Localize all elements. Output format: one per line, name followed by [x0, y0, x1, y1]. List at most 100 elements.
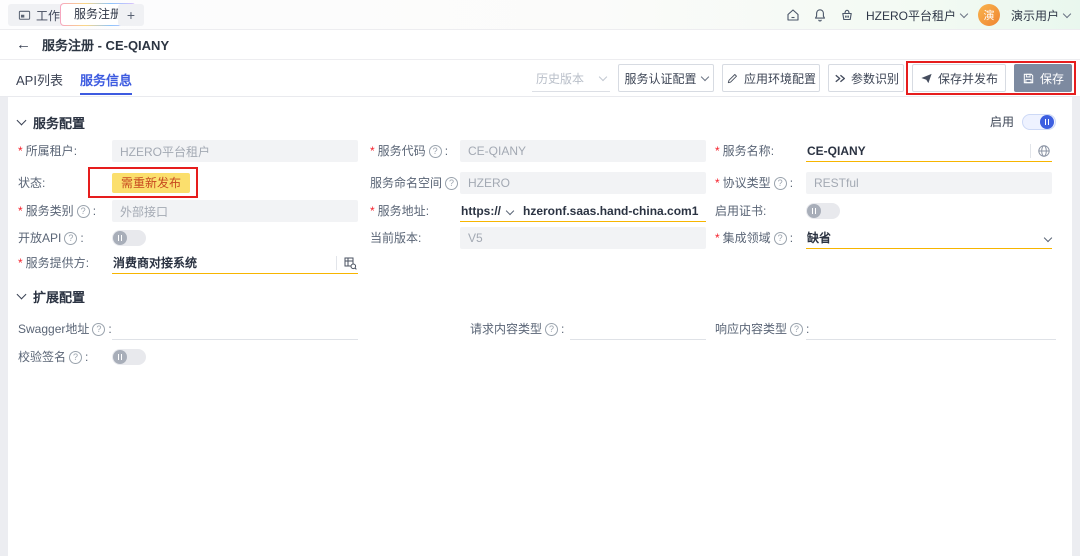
help-icon: ? — [790, 322, 804, 336]
help-icon: ? — [445, 176, 459, 190]
globe-icon[interactable] — [1037, 144, 1051, 158]
new-tab-button[interactable]: + — [118, 4, 144, 26]
help-icon: ? — [64, 231, 78, 245]
verify-sign-toggle[interactable] — [112, 349, 146, 365]
user-menu[interactable]: 演示用户 — [1010, 7, 1072, 24]
field-label-service-name: * 服务名称: — [715, 140, 774, 162]
required-mark: * — [18, 144, 23, 158]
auth-config-button[interactable]: 服务认证配置 — [618, 64, 714, 92]
label-colon: : — [42, 176, 46, 190]
back-arrow-icon[interactable]: ← — [16, 37, 31, 52]
tenant-select[interactable]: HZERO平台租户 — [865, 7, 969, 24]
swagger-input[interactable] — [112, 318, 358, 340]
help-icon: ? — [69, 350, 83, 364]
required-mark: * — [18, 256, 23, 270]
required-mark: * — [370, 144, 375, 158]
help-icon: ? — [773, 176, 787, 190]
enable-toggle-group: 启用 — [990, 113, 1056, 130]
topbar-right: HZERO平台租户 演 演示用户 — [785, 0, 1072, 30]
help-icon: ? — [545, 322, 559, 336]
tenant-name: HZERO平台租户 — [865, 8, 956, 23]
section-title: 服务配置 — [33, 116, 86, 131]
cert-toggle[interactable] — [806, 203, 840, 219]
topbar: 工作台 服务注册 + HZERO平台租户 演 演示用户 — [0, 0, 1080, 30]
provider-input[interactable]: 消费商对接系统 — [112, 252, 358, 274]
required-mark: * — [715, 176, 720, 190]
address-protocol-select[interactable]: https:// — [461, 204, 501, 218]
tenant-input: HZERO平台租户 — [112, 140, 358, 162]
help-icon: ? — [428, 144, 442, 158]
workbench-icon — [18, 10, 31, 20]
identify-icon — [835, 74, 846, 82]
address-input[interactable]: https:// hzeronf.saas.hand-china.com1 — [460, 200, 706, 222]
open-api-toggle[interactable] — [112, 230, 146, 246]
field-label-response-type: 响应内容类型?: — [715, 318, 809, 340]
history-version-select[interactable]: 历史版本 — [532, 65, 610, 92]
page-title: 服务注册 - CE-QIANY — [42, 38, 170, 53]
plus-icon: + — [126, 7, 136, 23]
help-icon: ? — [773, 231, 787, 245]
domain-select[interactable]: 缺省 — [806, 227, 1053, 249]
label-colon: : — [770, 144, 775, 158]
save-icon — [1023, 73, 1034, 83]
protocol-input: RESTful — [806, 172, 1052, 194]
breadcrumb: ← 服务注册 - CE-QIANY — [0, 30, 1080, 60]
env-config-button[interactable]: 应用环境配置 — [722, 64, 820, 92]
divider — [1030, 143, 1031, 158]
param-identify-button[interactable]: 参数识别 — [828, 64, 904, 92]
label-colon: : — [80, 231, 84, 245]
address-value: hzeronf.saas.hand-china.com1 — [523, 203, 699, 218]
response-type-input[interactable] — [806, 318, 1056, 340]
save-button[interactable]: 保存 — [1014, 64, 1072, 92]
service-name-input[interactable]: CE-QIANY — [806, 140, 1052, 162]
label-colon: : — [763, 204, 767, 218]
home-icon[interactable] — [785, 7, 801, 23]
tab-api-list[interactable]: API列表 — [16, 70, 63, 89]
namespace-input: HZERO — [460, 172, 706, 194]
chevron-down-icon — [598, 72, 608, 81]
required-mark: * — [715, 231, 720, 245]
label-colon: : — [73, 144, 78, 158]
lookup-icon[interactable] — [343, 256, 357, 270]
label-colon: : — [425, 204, 430, 218]
help-icon: ? — [92, 322, 106, 336]
app-window: 工作台 服务注册 + HZERO平台租户 演 演示用户 ← 服务注册 - CE-… — [0, 0, 1080, 556]
divider — [336, 255, 337, 270]
label-colon: : — [85, 256, 90, 270]
user-name: 演示用户 — [1010, 8, 1059, 23]
chevron-down-icon — [1062, 9, 1072, 18]
label-colon: : — [561, 322, 565, 336]
form-card: 服务配置 启用 * 所属租户: HZERO平台租户 * 服务代码?: CE-QI… — [8, 97, 1072, 556]
chevron-down-icon — [959, 9, 969, 18]
field-label-tenant: * 所属租户: — [18, 140, 77, 162]
required-mark: * — [370, 204, 375, 218]
required-mark: * — [18, 204, 23, 218]
field-label-status: 状态: — [18, 172, 45, 194]
section-service-config[interactable]: 服务配置 — [16, 113, 86, 132]
publish-icon — [921, 73, 932, 83]
field-label-version: 当前版本: — [370, 227, 421, 249]
history-version-label: 历史版本 — [536, 71, 585, 86]
status-badge: 需重新发布 — [112, 173, 191, 193]
field-label-domain: * 集成领域?: — [715, 227, 793, 249]
service-code-input: CE-QIANY — [460, 140, 706, 162]
field-label-service-code: * 服务代码?: — [370, 140, 448, 162]
chevron-down-icon — [505, 206, 515, 215]
active-tab-indicator — [80, 93, 132, 95]
enable-toggle[interactable] — [1022, 113, 1056, 130]
request-type-input[interactable] — [570, 318, 706, 340]
tab-service-info[interactable]: 服务信息 — [80, 70, 132, 89]
market-basket-icon[interactable] — [839, 7, 855, 23]
enable-label: 启用 — [989, 115, 1014, 129]
pen-icon — [727, 73, 737, 83]
label-colon: : — [92, 204, 97, 218]
notifications-bell-icon[interactable] — [812, 7, 828, 23]
toolbar: API列表 服务信息 历史版本 服务认证配置 应用环境配置 参数识别 保存并发布… — [0, 60, 1080, 97]
avatar[interactable]: 演 — [977, 4, 1000, 26]
label-colon: : — [444, 144, 449, 158]
section-extend-config[interactable]: 扩展配置 — [16, 287, 85, 306]
label-colon: : — [85, 350, 89, 364]
save-publish-button[interactable]: 保存并发布 — [912, 64, 1006, 92]
field-label-open-api: 开放API?: — [18, 227, 84, 249]
label-colon: : — [789, 176, 794, 190]
